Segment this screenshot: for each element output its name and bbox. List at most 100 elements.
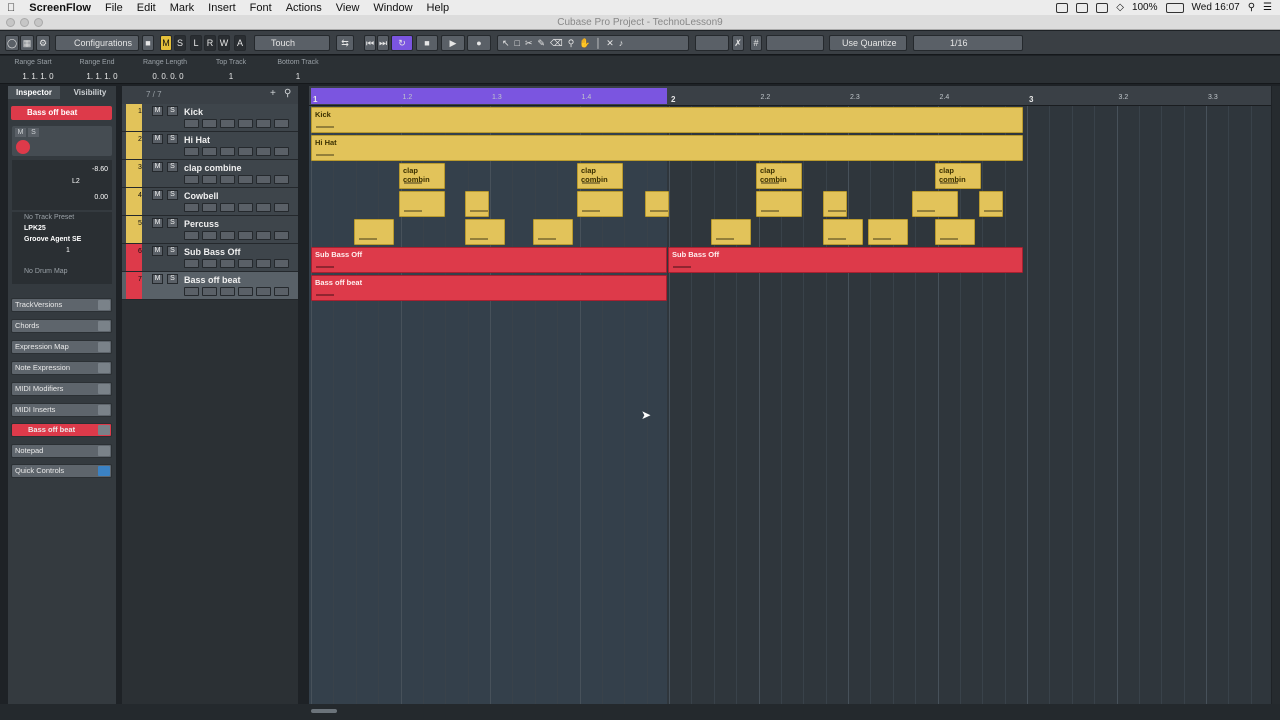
section-quick-controls[interactable]: Quick Controls [11, 464, 112, 478]
midi-part[interactable]: clap combin [399, 163, 445, 189]
top-track-value[interactable]: 1 [206, 72, 256, 81]
menu-file[interactable]: File [98, 2, 130, 14]
menu-view[interactable]: View [329, 2, 367, 14]
monitor-button[interactable] [202, 119, 217, 128]
quantize-value-dropdown[interactable]: 1/16 [913, 35, 1023, 51]
record-enable-button[interactable] [184, 147, 199, 156]
midi-part[interactable]: Bass off beat [311, 275, 667, 301]
read-automation-button[interactable] [256, 119, 271, 128]
bottom-track-value[interactable]: 1 [272, 72, 324, 81]
midi-output[interactable]: Groove Agent SE [12, 234, 112, 245]
minimize-window-button[interactable] [20, 18, 29, 27]
project-window[interactable]: 1 1.2 1.3 1.4 2 2.2 2.3 2.4 3 3.2 3.3 Kick Hi Hat cl… [309, 86, 1271, 704]
midi-part[interactable] [823, 219, 863, 245]
track-mute-button[interactable]: M [152, 274, 163, 284]
midi-part[interactable] [645, 191, 669, 217]
horizontal-scrollbar[interactable] [0, 704, 1280, 720]
tool-palette[interactable]: ↖□✂✎⌫⚲✋│✕♪ [497, 35, 689, 51]
midi-channel[interactable]: 1 [12, 245, 120, 256]
close-window-button[interactable] [6, 18, 15, 27]
read-automation-button[interactable] [256, 231, 271, 240]
track-name[interactable]: clap combine [184, 163, 242, 173]
section-expression-map[interactable]: Expression Map [11, 340, 112, 354]
solo-button[interactable]: S [174, 35, 186, 51]
status-icon[interactable] [1076, 2, 1089, 13]
midi-part[interactable] [756, 191, 802, 217]
track-mute-button[interactable]: M [152, 106, 163, 116]
write-automation-button[interactable] [274, 231, 289, 240]
menu-help[interactable]: Help [420, 2, 457, 14]
lanes-button[interactable] [238, 287, 253, 296]
monitor-button[interactable] [202, 147, 217, 156]
zoom-window-button[interactable] [34, 18, 43, 27]
wifi-icon[interactable]: ◇ [1116, 2, 1124, 13]
snap-dropdown[interactable] [695, 35, 729, 51]
midi-part[interactable] [465, 191, 489, 217]
automation-mode-dropdown[interactable]: Touch [254, 35, 330, 51]
write-automation-button[interactable] [274, 259, 289, 268]
midi-part[interactable]: clap combin [756, 163, 802, 189]
track-name[interactable]: Kick [184, 107, 203, 117]
grid-icon[interactable]: # [750, 35, 762, 51]
grid-type-dropdown[interactable] [766, 35, 824, 51]
drum-map[interactable]: No Drum Map [12, 256, 112, 277]
lanes-button[interactable] [238, 175, 253, 184]
record-enable-button[interactable] [184, 287, 199, 296]
track-name[interactable]: Percuss [184, 219, 219, 229]
midi-part[interactable] [823, 191, 847, 217]
track-row[interactable]: 4 M S Cowbell [122, 188, 298, 216]
section-midi-inserts[interactable]: MIDI Inserts [11, 403, 112, 417]
write-automation-button[interactable] [274, 119, 289, 128]
write-automation-button[interactable] [274, 203, 289, 212]
range-start-value[interactable]: 1. 1. 1. 0 [10, 72, 66, 81]
track-solo-button[interactable]: S [167, 162, 178, 172]
track-mute-button[interactable]: M [152, 218, 163, 228]
midi-part[interactable]: Sub Bass Off [668, 247, 1023, 273]
add-track-icon[interactable]: + [270, 88, 276, 99]
track-row[interactable]: 2 M S Hi Hat [122, 132, 298, 160]
edit-instrument-button[interactable] [220, 119, 235, 128]
section-notepad[interactable]: Notepad [11, 444, 112, 458]
section-trackversions[interactable]: TrackVersions [11, 298, 112, 312]
midi-part[interactable] [465, 219, 505, 245]
midi-part[interactable] [533, 219, 573, 245]
monitor-button[interactable] [202, 287, 217, 296]
listen-button[interactable]: L [190, 35, 202, 51]
vertical-zoom-scrollbar[interactable] [1272, 86, 1280, 704]
midi-part[interactable]: Kick [311, 107, 1023, 133]
section-midi-modifiers[interactable]: MIDI Modifiers [11, 382, 112, 396]
layout-icon[interactable]: ▦ [20, 35, 34, 51]
range-end-value[interactable]: 1. 1. 1. 0 [74, 72, 130, 81]
track-row[interactable]: 3 M Sclap combine [122, 160, 298, 188]
search-icon[interactable]: ⚲ [1248, 2, 1255, 13]
inspector-track-name[interactable]: Bass off beat [11, 106, 112, 120]
pan-number[interactable]: 0.00 [94, 194, 108, 201]
track-row[interactable]: 6 M S Sub Bass Off [122, 244, 298, 272]
clock[interactable]: Wed 16:07 [1192, 2, 1240, 13]
midi-part[interactable] [399, 191, 445, 217]
track-row[interactable]: 7 M S Bass off beat [122, 272, 298, 300]
edit-instrument-button[interactable] [220, 287, 235, 296]
edit-instrument-button[interactable] [220, 231, 235, 240]
write-automation-button[interactable] [274, 287, 289, 296]
menu-edit[interactable]: Edit [130, 2, 163, 14]
record-enable-button[interactable] [184, 119, 199, 128]
read-automation-button[interactable] [256, 203, 271, 212]
autoscroll-icon[interactable]: ⇆ [336, 35, 354, 51]
menu-insert[interactable]: Insert [201, 2, 243, 14]
track-solo-button[interactable]: S [167, 106, 178, 116]
record-enable-button[interactable] [184, 231, 199, 240]
write-automation-button[interactable] [274, 175, 289, 184]
edit-instrument-button[interactable] [220, 203, 235, 212]
midi-part[interactable] [577, 191, 623, 217]
track-solo-button[interactable]: S [167, 134, 178, 144]
track-mute-button[interactable]: M [152, 190, 163, 200]
track-name[interactable]: Hi Hat [184, 135, 210, 145]
monitor-button[interactable] [202, 175, 217, 184]
section-note-expression[interactable]: Note Expression [11, 361, 112, 375]
midi-part[interactable] [711, 219, 751, 245]
lanes-button[interactable] [238, 259, 253, 268]
record-enable-button[interactable] [184, 259, 199, 268]
ruler[interactable]: 1 1.2 1.3 1.4 2 2.2 2.3 2.4 3 3.2 3.3 [309, 86, 1271, 106]
menu-actions[interactable]: Actions [279, 2, 329, 14]
